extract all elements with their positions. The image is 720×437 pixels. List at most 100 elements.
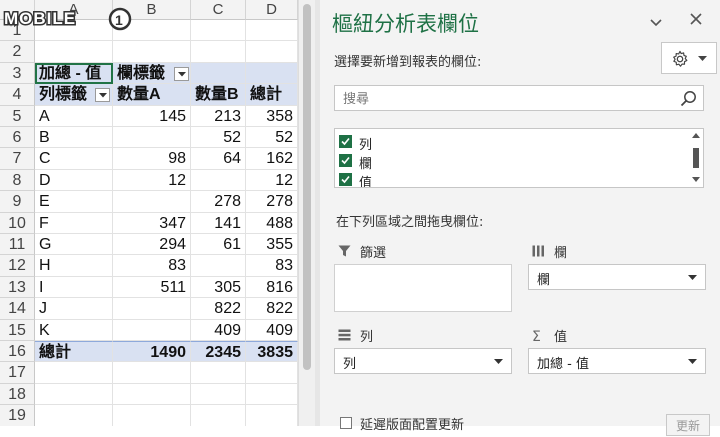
cell[interactable]	[35, 405, 113, 426]
row-header[interactable]: 6	[0, 127, 35, 149]
pivot-column-header[interactable]: 數量B	[191, 84, 246, 106]
row-header[interactable]: 16	[0, 341, 35, 363]
pivot-value-cell[interactable]: 305	[191, 276, 246, 299]
row-header[interactable]: 12	[0, 255, 35, 277]
pivot-value-cell[interactable]: 822	[191, 298, 246, 320]
pivot-value-cell[interactable]: 61	[191, 234, 246, 256]
pivot-grand-total-label[interactable]: 總計	[35, 341, 113, 363]
pivot-row-label[interactable]: D	[35, 169, 113, 192]
rows-field-dropdown[interactable]: 列	[334, 348, 512, 374]
field-search-box[interactable]	[334, 85, 704, 111]
dropdown-arrow-icon[interactable]	[688, 359, 697, 365]
pivot-value-cell[interactable]: 358	[246, 105, 298, 127]
pivot-value-cell[interactable]: 52	[191, 127, 246, 149]
pivot-value-cell[interactable]: 278	[246, 191, 298, 213]
pivot-value-cell[interactable]: 355	[246, 234, 298, 256]
pivot-value-header[interactable]: 加總 - 值	[35, 62, 113, 85]
row-header[interactable]: 7	[0, 148, 35, 170]
pivot-row-label[interactable]: A	[35, 105, 113, 127]
pivot-column-header[interactable]: 總計	[246, 84, 298, 106]
checkbox-checked-icon[interactable]	[339, 173, 352, 186]
row-label-filter-dropdown-icon[interactable]	[95, 88, 110, 103]
field-list[interactable]: 列 欄 值	[334, 128, 704, 188]
row-header[interactable]: 8	[0, 169, 35, 192]
pane-close-icon[interactable]	[690, 11, 702, 29]
defer-update-checkbox[interactable]	[340, 417, 352, 429]
pivot-value-cell[interactable]: 347	[113, 212, 191, 234]
pivot-row-label[interactable]: H	[35, 255, 113, 277]
pivot-value-cell[interactable]	[191, 169, 246, 192]
checkbox-checked-icon[interactable]	[339, 135, 352, 148]
pivot-value-cell[interactable]	[113, 298, 191, 320]
cell[interactable]	[246, 405, 298, 426]
cell[interactable]	[191, 383, 246, 406]
row-header[interactable]: 19	[0, 405, 35, 426]
cell[interactable]	[113, 41, 191, 63]
cell[interactable]	[191, 362, 246, 384]
pivot-value-cell[interactable]	[113, 127, 191, 149]
pivot-value-cell[interactable]	[113, 319, 191, 341]
search-icon[interactable]	[680, 90, 697, 107]
pivot-grand-total-cell[interactable]: 1490	[113, 341, 191, 363]
pivot-row-label[interactable]: G	[35, 234, 113, 256]
pivot-value-cell[interactable]: 511	[113, 276, 191, 299]
pivot-value-cell[interactable]	[113, 191, 191, 213]
row-header[interactable]: 4	[0, 84, 35, 106]
row-header[interactable]: 3	[0, 62, 35, 85]
pivot-value-cell[interactable]: 278	[191, 191, 246, 213]
cell[interactable]	[113, 405, 191, 426]
cell[interactable]	[191, 405, 246, 426]
row-header[interactable]: 18	[0, 383, 35, 406]
dropdown-arrow-icon[interactable]	[494, 359, 503, 365]
pivot-value-cell[interactable]: 816	[246, 276, 298, 299]
pivot-value-cell[interactable]: 822	[246, 298, 298, 320]
pivot-grand-total-cell[interactable]: 2345	[191, 341, 246, 363]
pivot-value-cell[interactable]: 12	[246, 169, 298, 192]
cell[interactable]	[191, 62, 246, 85]
pivot-row-label[interactable]: I	[35, 276, 113, 299]
pivot-row-label[interactable]: F	[35, 212, 113, 234]
cell[interactable]	[191, 41, 246, 63]
row-header[interactable]: 9	[0, 191, 35, 213]
field-layout-settings-button[interactable]	[661, 42, 717, 74]
pivot-value-cell[interactable]: 409	[246, 319, 298, 341]
row-header[interactable]: 5	[0, 105, 35, 127]
checkbox-checked-icon[interactable]	[339, 154, 352, 167]
cell[interactable]	[113, 362, 191, 384]
column-header-d[interactable]: D	[246, 0, 298, 20]
row-header[interactable]: 13	[0, 276, 35, 299]
row-header[interactable]: 11	[0, 234, 35, 256]
scrollbar-thumb[interactable]	[693, 148, 699, 168]
pivot-row-label[interactable]: E	[35, 191, 113, 213]
field-list-scrollbar[interactable]	[689, 129, 703, 187]
cell[interactable]	[35, 383, 113, 406]
row-header[interactable]: 17	[0, 362, 35, 384]
pivot-row-label[interactable]: C	[35, 148, 113, 170]
cell[interactable]	[113, 383, 191, 406]
worksheet[interactable]: A B C D 1 2 3 加總 - 值欄標籤 4 列標籤 數量A 數量B 總計 5 A 145 213…	[0, 0, 298, 426]
pivot-value-cell[interactable]: 162	[246, 148, 298, 170]
cell[interactable]	[35, 362, 113, 384]
pivot-value-cell[interactable]: 294	[113, 234, 191, 256]
pivot-value-cell[interactable]: 64	[191, 148, 246, 170]
field-search-input[interactable]	[341, 89, 675, 109]
sheet-vertical-scrollbar[interactable]	[298, 0, 316, 426]
cell[interactable]	[246, 20, 298, 42]
columns-field-dropdown[interactable]: 欄	[528, 264, 706, 290]
dropdown-arrow-icon[interactable]	[688, 275, 697, 281]
column-label-filter-dropdown-icon[interactable]	[174, 66, 189, 81]
pivot-row-label[interactable]: B	[35, 127, 113, 149]
pivot-value-cell[interactable]: 213	[191, 105, 246, 127]
pivot-value-cell[interactable]	[191, 255, 246, 277]
pivot-value-cell[interactable]: 488	[246, 212, 298, 234]
cell[interactable]	[246, 383, 298, 406]
filters-drop-zone[interactable]	[334, 264, 512, 312]
pivot-value-cell[interactable]: 83	[246, 255, 298, 277]
row-header[interactable]: 2	[0, 41, 35, 63]
values-field-dropdown[interactable]: 加總 - 值	[528, 348, 706, 374]
scroll-down-arrow-icon[interactable]	[692, 177, 700, 183]
pivot-column-header[interactable]: 數量A	[113, 84, 191, 106]
cell[interactable]	[246, 41, 298, 63]
pivot-value-cell[interactable]: 409	[191, 319, 246, 341]
column-header-c[interactable]: C	[191, 0, 246, 20]
